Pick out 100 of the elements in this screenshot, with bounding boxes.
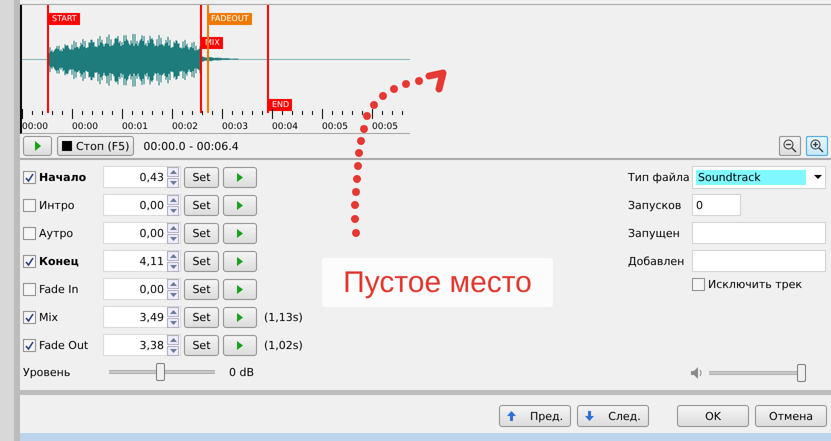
check-icon [25,312,34,322]
cue-checkbox[interactable]: Fade Out [23,338,103,352]
exclude-checkbox[interactable]: Исключить трек [692,278,828,291]
play-icon [237,284,243,294]
value-spinbox[interactable]: 0,00 [103,278,181,300]
played-field[interactable] [692,222,826,244]
dialog-button[interactable]: OK [677,405,749,427]
marker-label: END [269,99,292,111]
set-button[interactable]: Set [184,278,219,300]
cue-checkbox[interactable]: Конец [23,254,103,268]
marker-line[interactable] [207,5,209,113]
up-arrow-icon [170,198,176,202]
value-spinbox[interactable]: 3,49 [103,306,181,328]
set-button[interactable]: Set [184,222,219,244]
dropdown-arrow-icon [814,175,822,179]
value-spinbox[interactable]: 4,11 [103,250,181,272]
time-label: 00:05 [372,121,399,133]
cue-checkbox[interactable]: Fade In [23,282,103,296]
up-arrow-icon [170,170,176,174]
level-label: Уровень [23,366,72,378]
set-button[interactable]: Set [184,306,219,328]
time-label: 00:00 [22,121,49,133]
play-icon [237,172,243,182]
cue-checkbox[interactable]: Интро [23,198,103,212]
play-button[interactable] [223,278,257,300]
check-icon [25,256,34,266]
zoom-in-button[interactable] [806,136,828,156]
up-arrow-icon [170,310,176,314]
spin-up-button[interactable] [167,278,179,288]
play-button[interactable] [223,166,257,188]
spin-down-button[interactable] [167,178,179,188]
arrow-down-icon [585,411,594,421]
play-icon [237,256,243,266]
time-label: 00:03 [222,121,249,133]
stop-icon [62,141,72,151]
down-arrow-icon [170,208,176,212]
value-spinbox[interactable]: 0,00 [103,222,181,244]
value-spinbox[interactable]: 0,43 [103,166,181,188]
spin-down-button[interactable] [167,346,179,356]
set-button[interactable]: Set [184,250,219,272]
up-arrow-icon [170,282,176,286]
zoom-out-icon [783,139,797,153]
spin-down-button[interactable] [167,206,179,216]
time-label: 00:00 [72,121,99,133]
play-icon [237,312,243,322]
spin-down-button[interactable] [167,290,179,300]
play-button[interactable] [223,222,257,244]
value-spinbox[interactable]: 3,38 [103,334,181,356]
file-type-dropdown[interactable]: Soundtrack [692,166,826,188]
set-button[interactable]: Set [184,334,219,356]
time-label: 00:02 [172,121,199,133]
marker-line[interactable] [47,5,49,113]
duration-text: (1,02s) [264,338,303,352]
spin-down-button[interactable] [167,318,179,328]
dialog-button[interactable]: Отмена [755,405,827,427]
up-arrow-icon [170,226,176,230]
spin-down-button[interactable] [167,262,179,272]
play-icon [237,200,243,210]
previous-button[interactable]: Пред. [499,405,571,427]
play-icon [237,228,243,238]
spin-up-button[interactable] [167,194,179,204]
slider-thumb[interactable] [156,363,165,381]
value-spinbox[interactable]: 0,00 [103,194,181,216]
marker-label: START [49,13,80,25]
set-button[interactable]: Set [184,194,219,216]
time-range: 00:00.0 - 00:06.4 [143,140,239,152]
down-arrow-icon [170,236,176,240]
spin-down-button[interactable] [167,234,179,244]
next-button[interactable]: След. [577,405,649,427]
play-button[interactable] [223,194,257,216]
play-button[interactable] [223,334,257,356]
spin-up-button[interactable] [167,334,179,344]
cue-checkbox[interactable]: Mix [23,310,103,324]
plays-field[interactable]: 0 [692,194,741,216]
set-button[interactable]: Set [184,166,219,188]
down-arrow-icon [170,180,176,184]
down-arrow-icon [170,320,176,324]
slider-thumb[interactable] [797,364,806,382]
cue-checkbox[interactable]: Начало [23,170,103,184]
zoom-in-icon [810,139,824,153]
down-arrow-icon [170,264,176,268]
play-button[interactable] [223,250,257,272]
field-label: Запусков [628,198,682,212]
cue-checkbox[interactable]: Аутро [23,226,103,240]
marker-line[interactable] [267,5,269,113]
spin-up-button[interactable] [167,250,179,260]
play-button[interactable] [23,136,52,156]
spin-up-button[interactable] [167,222,179,232]
spin-up-button[interactable] [167,166,179,176]
marker-line[interactable] [200,5,202,113]
down-arrow-icon [170,348,176,352]
play-button[interactable] [223,306,257,328]
zoom-out-button[interactable] [779,136,801,156]
spin-up-button[interactable] [167,306,179,316]
added-field[interactable] [692,250,826,272]
marker-label: FADEOUT [208,13,252,25]
up-arrow-icon [170,254,176,258]
check-icon [25,340,34,350]
time-label: 00:04 [272,121,299,133]
stop-button[interactable]: Стоп (F5) [57,136,134,156]
